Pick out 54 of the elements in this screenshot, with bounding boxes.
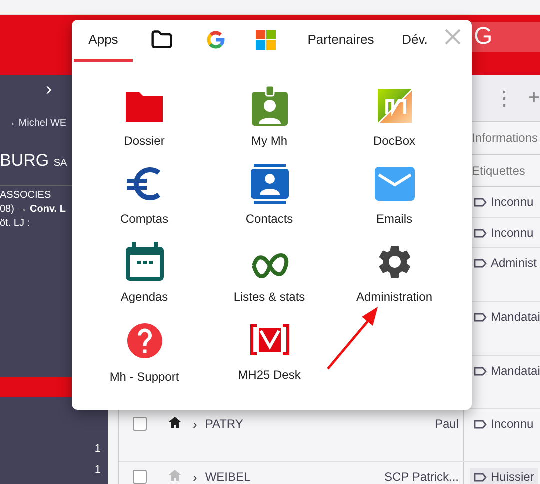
app-tile[interactable]: Contacts xyxy=(207,164,332,242)
tag-icon xyxy=(474,312,487,322)
expand-chevron[interactable]: › xyxy=(193,470,198,484)
app-tile[interactable]: DocBox xyxy=(332,86,457,164)
app-tile[interactable]: Listes & stats xyxy=(207,242,332,320)
owner-cell: Paul xyxy=(434,417,459,431)
id-badge-icon xyxy=(250,86,290,126)
tag-icon xyxy=(474,420,487,428)
app-tile[interactable]: My Mh xyxy=(207,86,332,164)
launcher-tab[interactable]: Apps xyxy=(74,20,133,62)
app-tile[interactable]: Administration xyxy=(332,242,457,320)
calendar-icon xyxy=(124,242,164,282)
app-tile[interactable]: Dossier xyxy=(82,86,207,164)
app-tile[interactable]: Comptas xyxy=(82,164,207,242)
tag-icon xyxy=(474,258,487,268)
google-icon xyxy=(206,30,226,50)
windows-icon xyxy=(256,30,276,50)
info-text: 08) → Conv. L xyxy=(0,204,67,215)
tag-label: Administ xyxy=(470,254,540,272)
name-cell: WEIBEL xyxy=(205,470,251,484)
app-tile[interactable]: Emails xyxy=(332,164,457,242)
count-label: 1 xyxy=(94,443,101,456)
envelope-icon xyxy=(374,164,414,204)
person-link[interactable]: → Michel WE xyxy=(6,118,72,129)
tag-icon xyxy=(474,228,487,238)
company-name: BURG SA xyxy=(0,151,68,171)
folder-icon xyxy=(151,28,173,50)
column-header: Informations xyxy=(471,130,540,147)
row-checkbox[interactable] xyxy=(133,470,147,484)
launcher-tab[interactable]: Partenaires xyxy=(291,20,391,62)
tag-label: Inconnu xyxy=(470,224,538,242)
app-tile[interactable]: Mh - Support xyxy=(82,320,207,398)
tag-icon xyxy=(474,366,487,376)
search-field[interactable]: G xyxy=(470,22,540,52)
column-header: Etiquettes xyxy=(471,163,526,180)
name-cell: PATRY xyxy=(205,417,244,431)
tag-label: Huissier xyxy=(470,468,538,484)
tag-icon xyxy=(474,472,487,482)
tag-label: Mandatai xyxy=(470,362,540,380)
app-tile[interactable]: Agendas xyxy=(82,242,207,320)
count-label: 1 xyxy=(94,464,101,477)
owner-cell: SCP Patrick... xyxy=(384,470,459,484)
tag-label: Inconnu xyxy=(470,193,538,211)
tag-label: Inconnu xyxy=(470,415,538,433)
row-checkbox[interactable] xyxy=(133,417,147,431)
contact-card-icon xyxy=(250,164,290,204)
app-tile[interactable]: MH25 Desk xyxy=(207,320,332,398)
expand-chevron[interactable]: › xyxy=(46,79,52,100)
tag-label: Mandatai xyxy=(470,308,540,326)
tag-icon xyxy=(474,198,487,206)
launcher-tab[interactable]: Dév. xyxy=(391,20,439,62)
expand-chevron[interactable]: › xyxy=(193,417,198,432)
info-text: öt. LJ : xyxy=(0,218,32,229)
close-icon[interactable] xyxy=(444,28,462,46)
